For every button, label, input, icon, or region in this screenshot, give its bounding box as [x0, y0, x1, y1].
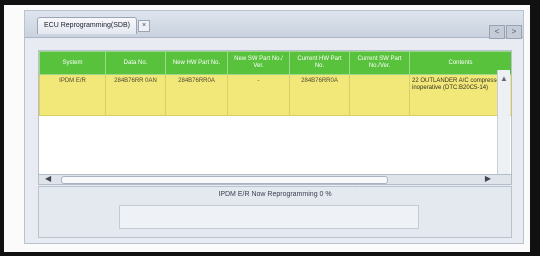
progress-bar: [119, 205, 419, 229]
cell-system: IPDM E/R: [39, 74, 106, 116]
column-header[interactable]: System: [39, 51, 106, 75]
nav-prev-button[interactable]: <: [489, 25, 505, 39]
vertical-scrollbar[interactable]: ▲: [497, 70, 510, 176]
cell-current-sw: [349, 74, 410, 116]
title-bar: ECU Reprogramming(SDB) × < >: [25, 11, 523, 39]
cell-new-sw: -: [227, 74, 290, 116]
cell-current-hw: 284B76RR0A: [289, 74, 350, 116]
reprogramming-status-panel: IPDM E/R Now Reprogramming 0 %: [38, 186, 512, 238]
horizontal-scroll-thumb[interactable]: [61, 176, 388, 184]
column-header[interactable]: Current HW Part No.: [289, 51, 350, 75]
cell-data-no: 284B76RR 0AN: [105, 74, 166, 116]
scroll-up-icon[interactable]: ▲: [500, 74, 508, 83]
nav-next-button[interactable]: >: [506, 25, 522, 39]
horizontal-scrollbar[interactable]: ◀ ▶: [38, 174, 512, 185]
table-header-row: System Data No. New HW Part No. New SW P…: [39, 51, 511, 75]
column-header[interactable]: New HW Part No.: [165, 51, 228, 75]
ecu-table-container: System Data No. New HW Part No. New SW P…: [38, 50, 512, 180]
column-header[interactable]: New SW Part No./ Ver.: [227, 51, 290, 75]
column-header[interactable]: Current SW Part No./Ver.: [349, 51, 410, 75]
ecu-table: System Data No. New HW Part No. New SW P…: [39, 51, 511, 116]
column-header[interactable]: Data No.: [105, 51, 166, 75]
cell-new-hw: 284B76RR0A: [165, 74, 228, 116]
status-message: IPDM E/R Now Reprogramming 0 %: [218, 191, 332, 198]
table-row[interactable]: IPDM E/R 284B76RR 0AN 284B76RR0A - 284B7…: [39, 74, 511, 116]
scroll-left-icon[interactable]: ◀: [45, 174, 51, 183]
scroll-right-icon[interactable]: ▶: [485, 174, 491, 183]
tab-close-icon[interactable]: ×: [138, 20, 150, 32]
tab-ecu-reprogramming[interactable]: ECU Reprogramming(SDB): [37, 17, 137, 34]
